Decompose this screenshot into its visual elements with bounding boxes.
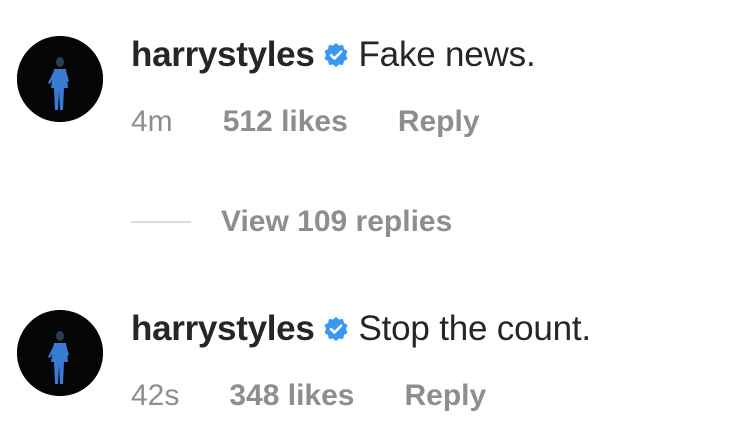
reply-button[interactable]: Reply bbox=[398, 105, 480, 139]
comment-text: Fake news. bbox=[358, 35, 536, 74]
avatar[interactable] bbox=[17, 310, 103, 396]
verified-badge-icon bbox=[323, 316, 349, 342]
avatar-figure-image bbox=[17, 310, 103, 396]
username[interactable]: harrystyles bbox=[131, 309, 315, 349]
view-replies-row[interactable]: View 109 replies bbox=[131, 200, 452, 244]
avatar-figure-image bbox=[17, 36, 103, 122]
replies-divider-line bbox=[131, 221, 191, 223]
view-replies-button[interactable]: View 109 replies bbox=[221, 205, 452, 239]
likes-count-link[interactable]: 512 likes bbox=[223, 105, 348, 139]
avatar[interactable] bbox=[17, 36, 103, 122]
comment-text: Stop the count. bbox=[358, 309, 592, 348]
reply-button[interactable]: Reply bbox=[405, 379, 487, 413]
username[interactable]: harrystyles bbox=[131, 35, 315, 75]
likes-count-link[interactable]: 348 likes bbox=[229, 379, 354, 413]
verified-badge-icon bbox=[323, 42, 349, 68]
comment-timestamp: 42s bbox=[131, 379, 180, 412]
comment-timestamp: 4m bbox=[131, 105, 173, 138]
